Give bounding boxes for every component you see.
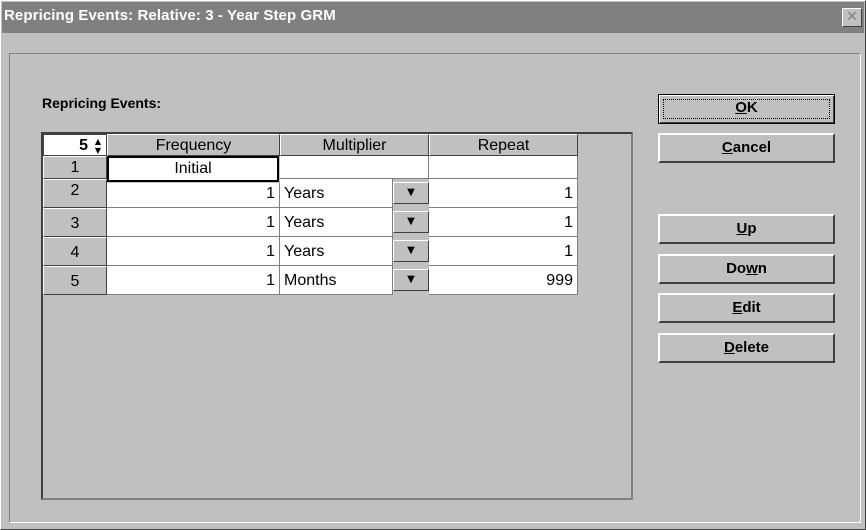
ok-button[interactable]: OK bbox=[658, 94, 835, 124]
row-header[interactable]: 3 bbox=[43, 208, 107, 237]
button-label: ancel bbox=[732, 139, 772, 156]
focus-rectangle bbox=[663, 99, 830, 119]
cell-repeat[interactable]: 1 bbox=[429, 208, 578, 237]
button-accelerator: E bbox=[732, 299, 743, 316]
cancel-button[interactable]: Cancel bbox=[658, 133, 835, 163]
row-header[interactable]: 4 bbox=[43, 237, 107, 266]
row-count-value: 5 bbox=[79, 137, 88, 154]
dialog-window: Repricing Events: Relative: 3 - Year Ste… bbox=[0, 0, 866, 530]
repricing-events-label: Repricing Events: bbox=[42, 95, 162, 111]
dropdown-arrow-icon[interactable]: ▼ bbox=[393, 269, 429, 291]
cell-multiplier[interactable] bbox=[280, 156, 429, 179]
cell-repeat[interactable]: 999 bbox=[429, 266, 578, 295]
close-button[interactable]: ✕ bbox=[842, 8, 862, 27]
close-icon: ✕ bbox=[846, 9, 858, 25]
button-accelerator: U bbox=[736, 220, 748, 237]
cell-frequency[interactable]: 1 bbox=[107, 266, 280, 295]
cell-repeat[interactable]: 1 bbox=[429, 237, 578, 266]
dropdown-arrow-icon[interactable]: ▼ bbox=[393, 182, 429, 204]
button-label: n bbox=[757, 260, 767, 277]
up-button[interactable]: Up bbox=[658, 214, 835, 244]
edit-button[interactable]: Edit bbox=[658, 293, 835, 323]
button-accelerator: w bbox=[746, 260, 758, 277]
delete-button[interactable]: Delete bbox=[658, 333, 835, 363]
cell-multiplier[interactable]: Months bbox=[280, 266, 393, 295]
spinner-arrows-icon[interactable]: ▲ ▼ bbox=[92, 137, 104, 155]
column-header-frequency[interactable]: Frequency bbox=[107, 134, 280, 156]
row-header[interactable]: 2 bbox=[43, 179, 107, 208]
window-title: Repricing Events: Relative: 3 - Year Ste… bbox=[4, 7, 336, 24]
button-label: elete bbox=[734, 339, 770, 356]
down-button[interactable]: Down bbox=[658, 254, 835, 284]
button-label: dit bbox=[742, 299, 761, 316]
row-header[interactable]: 5 bbox=[43, 266, 107, 295]
cell-frequency[interactable]: 1 bbox=[107, 237, 280, 266]
column-header-multiplier[interactable]: Multiplier bbox=[280, 134, 429, 156]
cell-multiplier[interactable]: Years bbox=[280, 237, 393, 266]
button-accelerator: C bbox=[721, 139, 733, 156]
repricing-events-grid: 5 ▲ ▼ Frequency Multiplier Repeat 1 Initi… bbox=[41, 132, 633, 500]
row-count-spinner[interactable]: 5 ▲ ▼ bbox=[43, 134, 107, 156]
cell-repeat[interactable] bbox=[429, 156, 578, 179]
cell-multiplier[interactable]: Years bbox=[280, 179, 393, 208]
title-bar[interactable]: Repricing Events: Relative: 3 - Year Ste… bbox=[2, 2, 864, 33]
button-label: Do bbox=[726, 260, 747, 277]
button-label: p bbox=[747, 220, 757, 237]
cell-repeat[interactable]: 1 bbox=[429, 179, 578, 208]
button-accelerator: D bbox=[723, 339, 735, 356]
cell-multiplier[interactable]: Years bbox=[280, 208, 393, 237]
dropdown-arrow-icon[interactable]: ▼ bbox=[393, 240, 429, 262]
dropdown-arrow-icon[interactable]: ▼ bbox=[393, 211, 429, 233]
cell-frequency[interactable]: 1 bbox=[107, 183, 280, 208]
row-header[interactable]: 1 bbox=[43, 156, 107, 179]
cell-frequency[interactable]: 1 bbox=[107, 208, 280, 237]
column-header-repeat[interactable]: Repeat bbox=[429, 134, 578, 156]
cell-frequency[interactable]: Initial bbox=[107, 156, 279, 182]
